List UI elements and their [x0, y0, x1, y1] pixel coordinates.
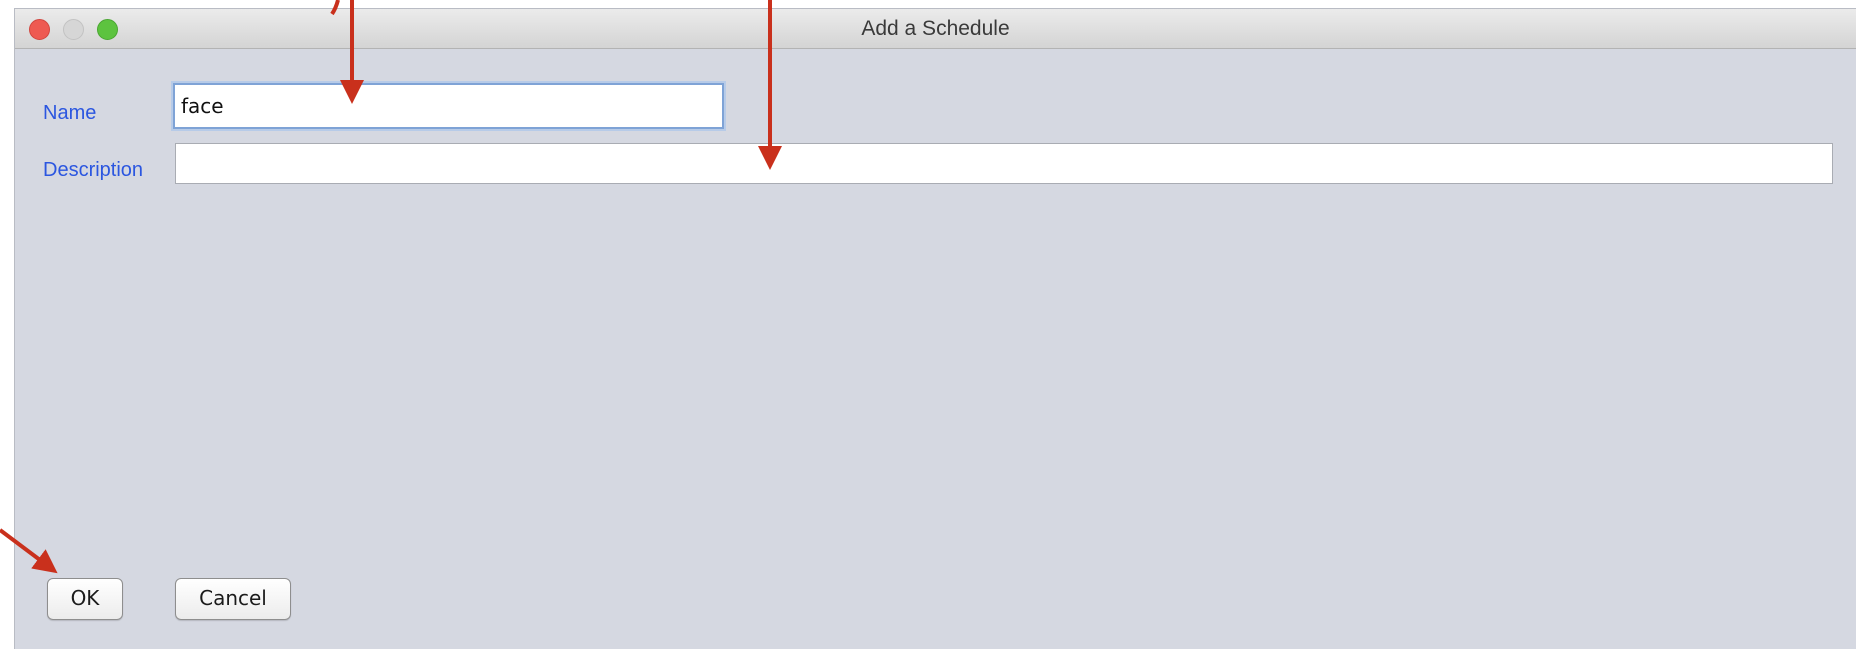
- cancel-button[interactable]: Cancel: [175, 578, 291, 620]
- screenshot-stage: Add a Schedule Name Description OK Cance…: [0, 0, 1856, 649]
- description-input[interactable]: [175, 143, 1833, 184]
- title-bar: Add a Schedule: [15, 9, 1856, 49]
- name-input[interactable]: [173, 83, 724, 129]
- ok-button[interactable]: OK: [47, 578, 123, 620]
- name-label: Name: [43, 102, 97, 124]
- add-schedule-dialog: Add a Schedule Name Description OK Cance…: [14, 8, 1856, 649]
- window-title: Add a Schedule: [861, 17, 1010, 40]
- description-label: Description: [43, 159, 144, 181]
